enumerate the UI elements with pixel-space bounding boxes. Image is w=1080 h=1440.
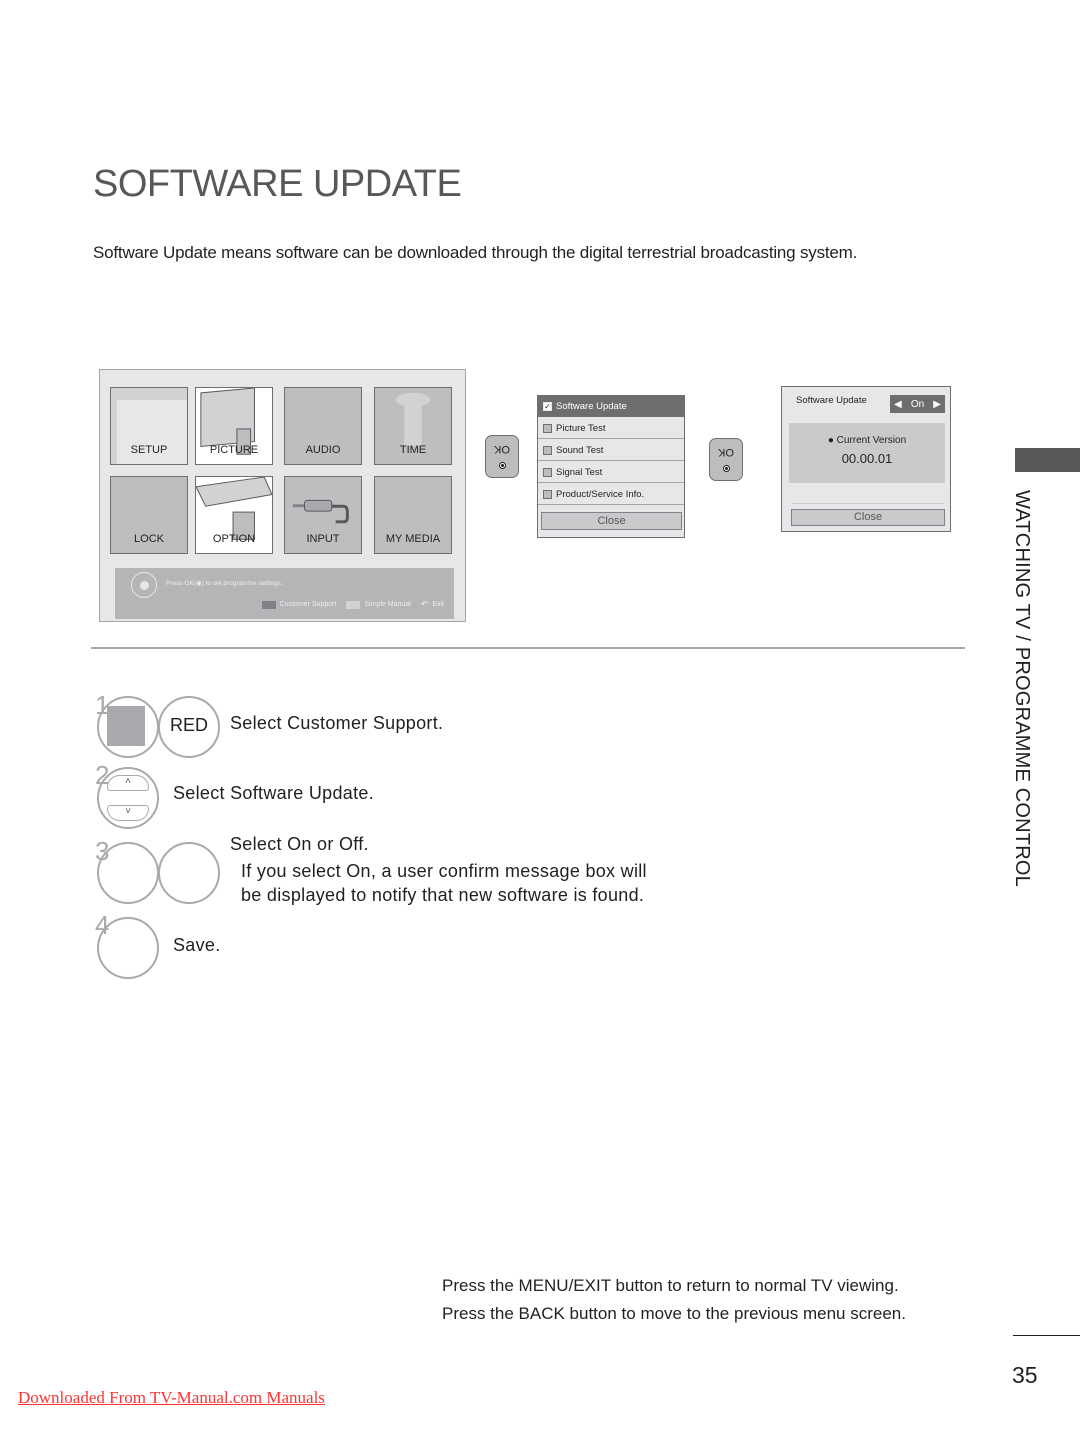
menu-thumb-icon	[107, 706, 145, 746]
tile-label: SETUP	[130, 444, 168, 456]
menu-item-label: Picture Test	[556, 422, 606, 434]
menu-item-label: Sound Test	[556, 444, 604, 456]
divider	[792, 503, 944, 504]
tile-lock[interactable]: LOCK	[110, 476, 188, 554]
version-info: ● Current Version 00.00.01	[789, 423, 945, 483]
software-update-toggle[interactable]: ◀ On ▶	[890, 395, 945, 413]
checkbox-checked-icon: ✓	[543, 402, 552, 411]
step-text: Select On or Off.	[230, 834, 369, 854]
footer-legend: Customer Support Simple Manual ↶ Exit	[261, 599, 444, 610]
tile-label: AUDIO	[305, 444, 341, 456]
toggle-value: On	[910, 398, 925, 410]
footer-hint: Press OK(◉) to set programme settings.	[166, 580, 283, 587]
checkbox-icon	[543, 423, 552, 433]
tile-my-media[interactable]: MY MEDIA	[374, 476, 452, 554]
side-tab-label: WATCHING TV / PROGRAMME CONTROL	[1011, 490, 1033, 887]
menu-item-label: Signal Test	[556, 466, 603, 478]
left-arrow-icon[interactable]: ◀	[894, 399, 902, 410]
step-detail: be displayed to notify that new software…	[241, 885, 645, 905]
tile-option[interactable]: OPTION	[195, 476, 273, 554]
customer-support-menu: ✓ Software Update Picture Test Sound Tes…	[537, 395, 685, 538]
red-button: RED	[158, 696, 220, 758]
right-button-icon	[158, 842, 220, 904]
ok-button[interactable]: OK	[709, 438, 743, 481]
red-button-label: RED	[169, 715, 208, 735]
tile-label: INPUT	[306, 533, 340, 545]
down-arrow-icon: ˅	[107, 805, 149, 821]
simple-manual-swatch-icon	[346, 600, 361, 609]
intro-text: Software Update means software can be do…	[93, 243, 858, 262]
main-menu-screen: SETUP PICTURE AUDIO TIME LOCK OPTION INP…	[99, 369, 466, 622]
ok-label: OK	[718, 446, 734, 458]
software-update-panel: Software Update ◀ On ▶ ● Current Version…	[781, 386, 951, 532]
download-link[interactable]: Downloaded From TV-Manual.com Manuals	[18, 1388, 325, 1408]
note-menu-exit: Press the MENU/EXIT button to return to …	[442, 1276, 899, 1295]
tile-label: PICTURE	[209, 444, 259, 456]
page-title: SOFTWARE UPDATE	[93, 163, 462, 205]
legend-exit[interactable]: Exit	[432, 601, 444, 608]
close-button[interactable]: Close	[791, 509, 945, 526]
up-arrow-icon: ˄	[107, 775, 149, 791]
section-divider	[91, 647, 965, 649]
left-button-icon	[97, 842, 159, 904]
ok-label: OK	[494, 443, 510, 455]
nav-pad-icon	[131, 572, 157, 598]
software-update-label: Software Update	[796, 395, 867, 406]
menu-item-picture-test[interactable]: Picture Test	[538, 418, 684, 439]
checkbox-icon	[543, 445, 552, 455]
back-arrow-icon: ↶	[420, 599, 429, 609]
step-text: Select Customer Support.	[230, 713, 444, 733]
checkbox-icon	[543, 467, 552, 477]
customer-support-swatch-icon	[261, 600, 276, 609]
menu-item-label: Software Update	[556, 401, 627, 412]
step-detail: If you select On, a user confirm message…	[241, 861, 647, 881]
note-back: Press the BACK button to move to the pre…	[442, 1304, 906, 1323]
menu-button-icon	[97, 696, 159, 758]
tile-input[interactable]: INPUT	[284, 476, 362, 554]
page-number: 35	[1012, 1362, 1038, 1388]
tile-picture[interactable]: PICTURE	[195, 387, 273, 465]
menu-item-product-service-info[interactable]: Product/Service Info.	[538, 484, 684, 505]
current-version-value: 00.00.01	[841, 451, 893, 466]
tile-label: MY MEDIA	[385, 533, 441, 545]
menu-item-software-update[interactable]: ✓ Software Update	[538, 396, 684, 417]
ok-dot-icon	[723, 465, 730, 472]
close-button[interactable]: Close	[541, 512, 682, 530]
checkbox-icon	[543, 489, 552, 499]
menu-item-signal-test[interactable]: Signal Test	[538, 462, 684, 483]
tile-label: TIME	[399, 444, 427, 456]
current-version-label: ● Current Version	[827, 435, 907, 446]
side-tab-marker	[1015, 448, 1080, 472]
up-down-button: ˄ ˅	[97, 767, 159, 829]
ok-button-icon	[97, 917, 159, 979]
ok-dot-icon	[499, 462, 506, 469]
tile-setup[interactable]: SETUP	[110, 387, 188, 465]
step-text: Select Software Update.	[173, 783, 375, 803]
legend-simple-manual[interactable]: Simple Manual	[364, 601, 410, 608]
tile-label: LOCK	[134, 533, 164, 545]
tile-audio[interactable]: AUDIO	[284, 387, 362, 465]
menu-item-label: Product/Service Info.	[556, 488, 645, 500]
menu-item-sound-test[interactable]: Sound Test	[538, 440, 684, 461]
tile-time[interactable]: TIME	[374, 387, 452, 465]
menu-footer: Press OK(◉) to set programme settings. C…	[115, 568, 454, 619]
page-number-rule	[1013, 1335, 1080, 1336]
step-text: Save.	[173, 935, 221, 955]
right-arrow-icon[interactable]: ▶	[933, 399, 941, 410]
legend-customer-support[interactable]: Customer Support	[280, 601, 337, 608]
ok-button[interactable]: OK	[485, 435, 519, 478]
tile-label: OPTION	[212, 533, 256, 545]
